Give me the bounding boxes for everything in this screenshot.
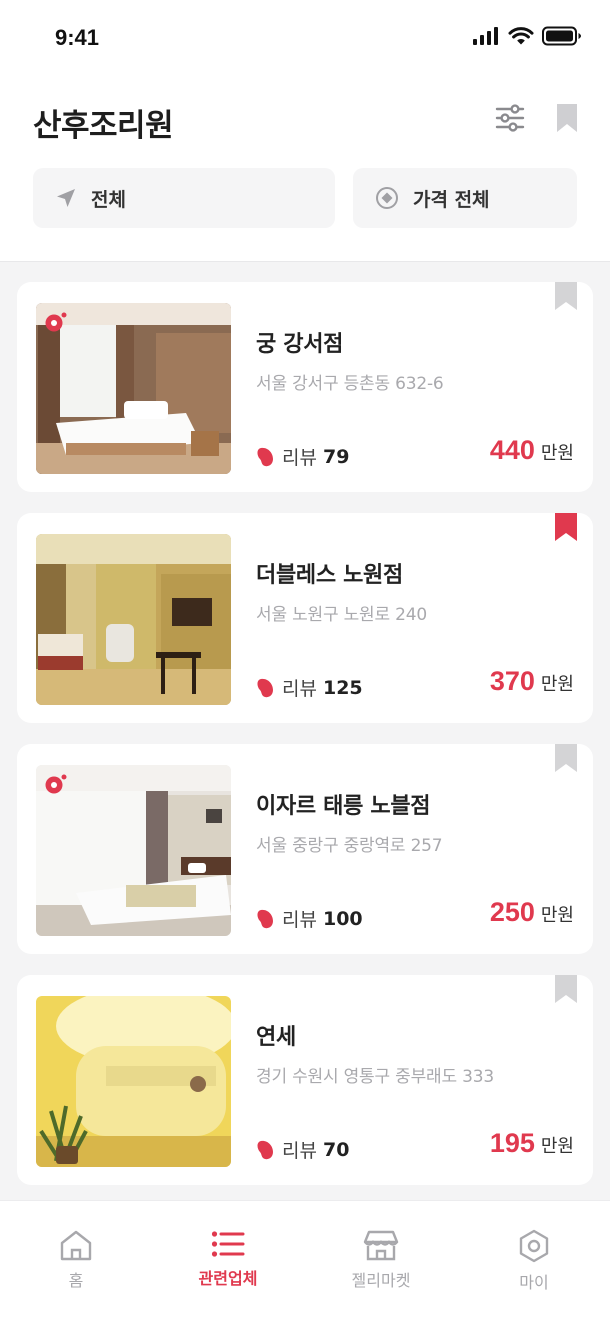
tab-label: 젤리마켓 <box>351 1271 411 1290</box>
bean-icon <box>257 678 273 697</box>
location-filter-label: 전체 <box>91 188 126 211</box>
price-unit: 만원 <box>540 1136 574 1157</box>
home-icon <box>60 1230 92 1261</box>
tab-related-businesses[interactable]: 관련업체 <box>152 1201 304 1301</box>
bookmark-icon <box>557 104 577 132</box>
listing-photo <box>36 996 231 1167</box>
wifi-icon <box>508 26 534 44</box>
sliders-icon <box>495 104 525 132</box>
bookmark-icon[interactable] <box>555 282 577 310</box>
status-bar: 9:41 <box>0 0 610 78</box>
bottom-tab-bar: 홈 관련업체 젤리마켓 마이 <box>0 1200 610 1323</box>
signal-icon <box>473 27 498 45</box>
location-filter[interactable]: 전체 <box>33 168 335 228</box>
header: 산후조리원 전체 가격 전체 <box>0 78 610 262</box>
tab-label: 홈 <box>68 1271 84 1290</box>
review-count: 100 <box>322 907 363 930</box>
tab-my[interactable]: 마이 <box>458 1201 610 1301</box>
price-filter-label: 가격 전체 <box>413 188 490 211</box>
bean-icon <box>257 447 273 466</box>
page-title: 산후조리원 <box>33 108 174 144</box>
listing-address: 경기 수원시 영통구 중부래도 333 <box>256 1067 494 1087</box>
listing-name: 이자르 태릉 노블점 <box>256 794 431 819</box>
list-icon <box>211 1231 245 1257</box>
filter-settings-button[interactable] <box>492 100 528 136</box>
listing-card[interactable]: 더블레스 노원점 서울 노원구 노원로 240 리뷰 125 370 만원 <box>17 513 593 723</box>
price-value: 250 <box>489 897 535 927</box>
listing-photo <box>36 534 231 705</box>
listing-price: 370 만원 <box>490 666 574 697</box>
price-value: 440 <box>489 435 535 465</box>
bookmark-icon[interactable] <box>555 744 577 772</box>
listing-card[interactable]: 연세 경기 수원시 영통구 중부래도 333 리뷰 70 195 만원 <box>17 975 593 1185</box>
review-label: 리뷰 <box>282 447 317 469</box>
photo-badge-icon <box>45 774 67 794</box>
bean-icon <box>257 909 273 928</box>
review-count: 70 <box>322 1138 350 1161</box>
review-summary: 리뷰 70 <box>256 1136 349 1163</box>
bookmarks-button[interactable] <box>549 100 585 136</box>
listing-address: 서울 노원구 노원로 240 <box>256 605 427 625</box>
photo-badge-icon <box>45 312 67 332</box>
listing-photo <box>36 765 231 936</box>
tab-home[interactable]: 홈 <box>0 1201 152 1301</box>
review-label: 리뷰 <box>282 909 317 931</box>
hexagon-user-icon <box>519 1229 549 1263</box>
bookmark-icon[interactable] <box>555 513 577 541</box>
listing-price: 250 만원 <box>490 897 574 928</box>
price-target-icon <box>376 187 398 209</box>
review-label: 리뷰 <box>282 1140 317 1162</box>
price-filter[interactable]: 가격 전체 <box>353 168 577 228</box>
listing-list: 궁 강서점 서울 강서구 등촌동 632-6 리뷰 79 440 만원 더블레스… <box>0 262 610 1200</box>
review-summary: 리뷰 79 <box>256 443 349 470</box>
price-unit: 만원 <box>540 443 574 464</box>
review-summary: 리뷰 100 <box>256 905 363 932</box>
status-time: 9:41 <box>55 25 100 50</box>
battery-icon <box>542 26 581 46</box>
bookmark-icon[interactable] <box>555 975 577 1003</box>
listing-name: 궁 강서점 <box>256 332 344 357</box>
listing-name: 연세 <box>256 1025 296 1050</box>
bean-icon <box>257 1140 273 1159</box>
price-value: 195 <box>489 1128 535 1158</box>
status-icons <box>472 26 582 46</box>
tab-label: 관련업체 <box>198 1269 258 1288</box>
review-count: 125 <box>322 676 363 699</box>
review-label: 리뷰 <box>282 678 317 700</box>
listing-price: 195 만원 <box>490 1128 574 1159</box>
listing-card[interactable]: 궁 강서점 서울 강서구 등촌동 632-6 리뷰 79 440 만원 <box>17 282 593 492</box>
review-count: 79 <box>322 445 350 468</box>
listing-price: 440 만원 <box>490 435 574 466</box>
review-summary: 리뷰 125 <box>256 674 363 701</box>
listing-name: 더블레스 노원점 <box>256 563 403 588</box>
listing-photo <box>36 303 231 474</box>
listing-address: 서울 중랑구 중랑역로 257 <box>256 836 443 856</box>
location-arrow-icon <box>57 189 75 207</box>
price-value: 370 <box>489 666 535 696</box>
store-icon <box>363 1230 399 1261</box>
price-unit: 만원 <box>540 905 574 926</box>
tab-jelly-market[interactable]: 젤리마켓 <box>305 1201 457 1301</box>
listing-address: 서울 강서구 등촌동 632-6 <box>256 374 444 394</box>
listing-card[interactable]: 이자르 태릉 노블점 서울 중랑구 중랑역로 257 리뷰 100 250 만원 <box>17 744 593 954</box>
price-unit: 만원 <box>540 674 574 695</box>
tab-label: 마이 <box>519 1273 549 1292</box>
